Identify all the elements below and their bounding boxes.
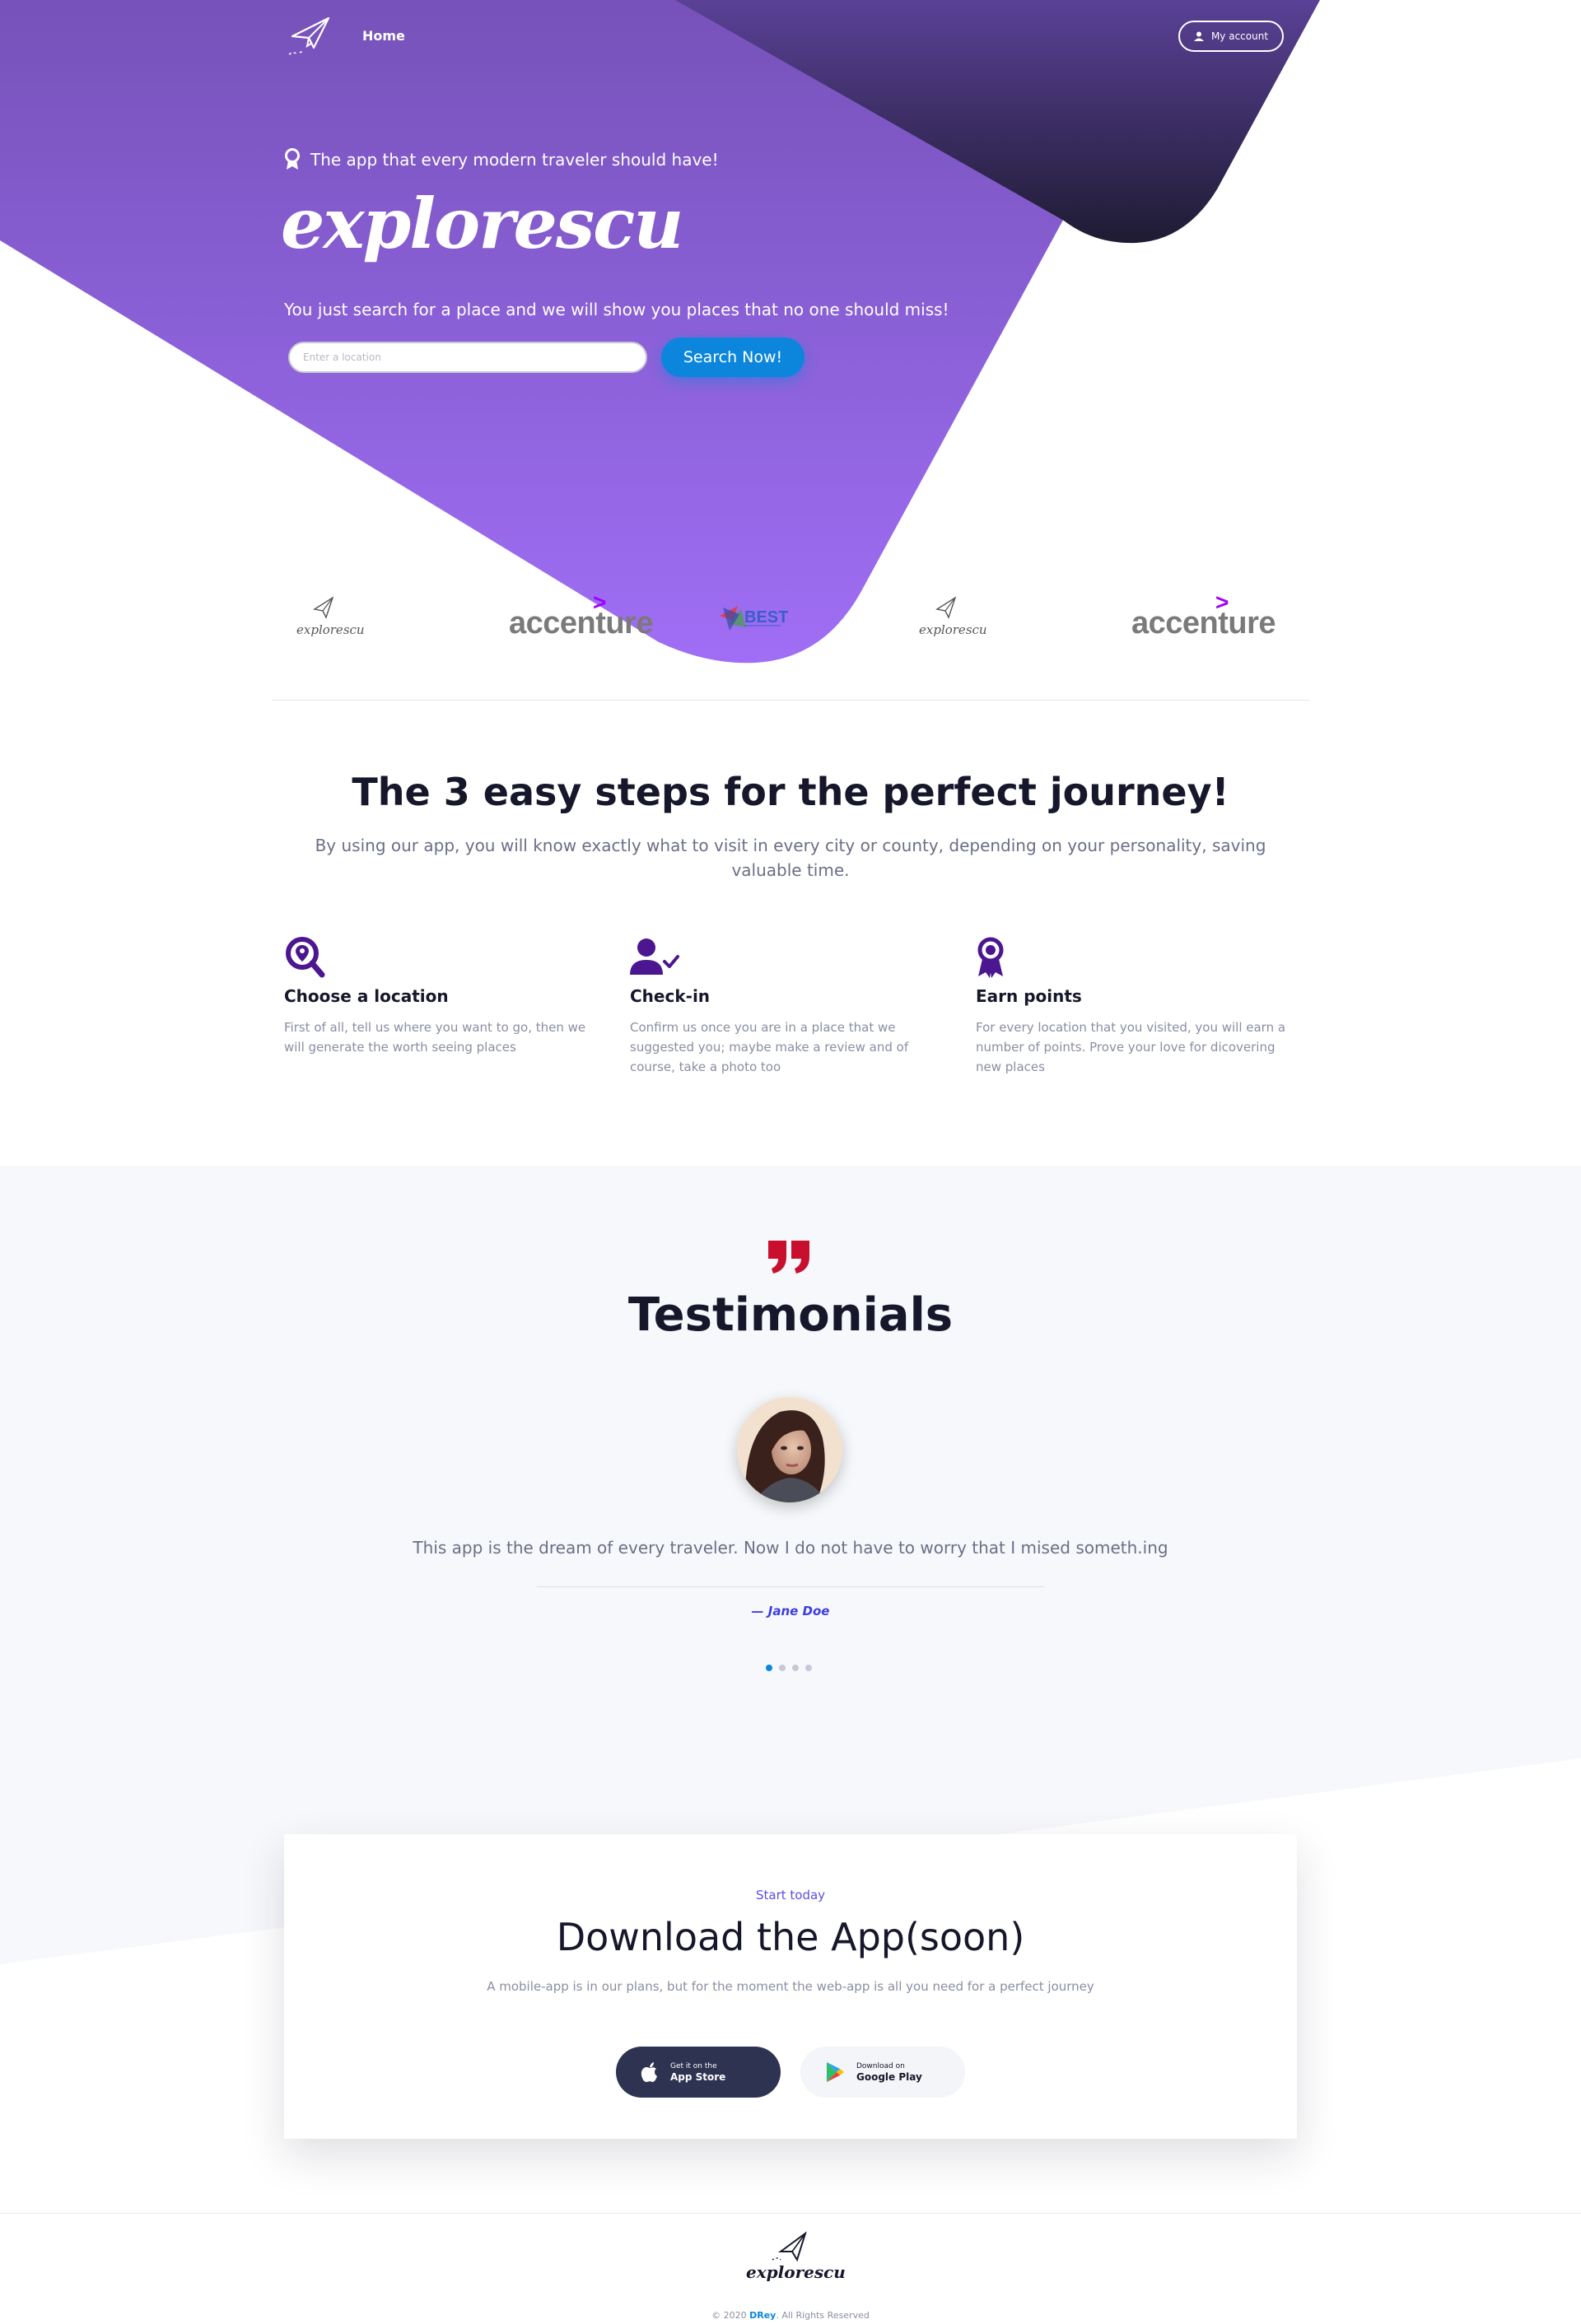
- section-divider: [272, 700, 1309, 701]
- google-play-big-label: Google Play: [856, 2070, 922, 2083]
- step-text: For every location that you visited, you…: [976, 1020, 1286, 1074]
- carousel-dot[interactable]: [792, 1665, 799, 1671]
- testimonials-title: Testimonials: [627, 1288, 954, 1342]
- step-card-check-in: Check-in Confirm us once you are in a pl…: [630, 937, 943, 1077]
- carousel-indicators: [766, 1665, 812, 1671]
- svg-text:explorescu: explorescu: [919, 622, 986, 637]
- svg-text:BEST: BEST: [744, 608, 788, 626]
- my-account-button[interactable]: My account: [1178, 21, 1284, 52]
- step-card-earn-points: Earn points For every location that you …: [976, 937, 1289, 1077]
- step-text: Confirm us once you are in a place that …: [630, 1020, 909, 1074]
- download-title: Download the App(soon): [556, 1915, 1025, 1959]
- testimonial-avatar: [737, 1397, 842, 1502]
- step-text: First of all, tell us where you want to …: [284, 1020, 586, 1055]
- nav-home-link[interactable]: Home: [362, 28, 405, 44]
- testimonial-quote: This app is the dream of every traveler.…: [413, 1538, 1168, 1558]
- carousel-dot[interactable]: [805, 1665, 812, 1671]
- hero-tagline-text: The app that every modern traveler shoul…: [310, 150, 719, 170]
- google-play-small-label: Download on: [856, 2061, 905, 2070]
- partner-logo-explorescu: explorescu: [912, 591, 987, 640]
- quote-icon: [767, 1239, 813, 1275]
- app-store-button[interactable]: Get it on the App Store: [616, 2047, 781, 2098]
- footer-brand: explorescu: [746, 2262, 846, 2282]
- step-title: Earn points: [976, 986, 1082, 1006]
- step-title: Choose a location: [284, 986, 449, 1006]
- testimonial-author: — Jane Doe: [751, 1604, 830, 1618]
- step-title: Check-in: [630, 986, 711, 1006]
- google-play-icon: [827, 2062, 844, 2082]
- steps-section-subtitle: By using our app, you will know exactly …: [315, 836, 1266, 880]
- location-search-input[interactable]: [288, 342, 647, 373]
- search-now-button[interactable]: Search Now!: [661, 338, 804, 377]
- footer-divider: [0, 2213, 1581, 2214]
- hero-background: [0, 0, 1581, 675]
- footer-owner-link[interactable]: DRey: [749, 2310, 776, 2321]
- download-subtitle: A mobile-app is in our plans, but for th…: [487, 1979, 1094, 1994]
- partner-logo-best: BEST: [705, 591, 804, 640]
- user-check-icon: [630, 938, 679, 975]
- footer-copyright: © 2020 DRey. All Rights Reserved: [711, 2310, 870, 2321]
- award-ribbon-icon: [977, 937, 1004, 978]
- carousel-dot[interactable]: [779, 1665, 786, 1671]
- step-card-choose-location: Choose a location First of all, tell us …: [284, 937, 597, 1057]
- google-play-button[interactable]: Download on Google Play: [800, 2047, 965, 2098]
- partner-logo-accenture: accenture >: [1131, 589, 1276, 640]
- app-store-big-label: App Store: [670, 2070, 726, 2083]
- hero-brand-title: explorescu: [281, 183, 683, 264]
- testimonial-divider: [537, 1586, 1044, 1587]
- my-account-label: My account: [1210, 30, 1269, 42]
- apple-icon: [641, 2062, 657, 2082]
- hero-tagline: The app that every modern traveler shoul…: [284, 148, 719, 171]
- download-kicker: Start today: [755, 1888, 826, 1903]
- app-store-small-label: Get it on the: [670, 2061, 717, 2070]
- award-icon: [285, 148, 300, 170]
- svg-text:explorescu: explorescu: [296, 622, 364, 637]
- location-search-icon: [286, 937, 325, 978]
- steps-section-title: The 3 easy steps for the perfect journey…: [352, 770, 1229, 814]
- user-icon: [1193, 31, 1204, 41]
- carousel-dot[interactable]: [766, 1665, 772, 1671]
- hero-lead-text: You just search for a place and we will …: [284, 300, 949, 319]
- partner-logo-explorescu: explorescu: [290, 591, 365, 640]
- partner-logo-accenture: accenture >: [509, 589, 654, 640]
- logo-paper-plane-icon[interactable]: [286, 12, 337, 58]
